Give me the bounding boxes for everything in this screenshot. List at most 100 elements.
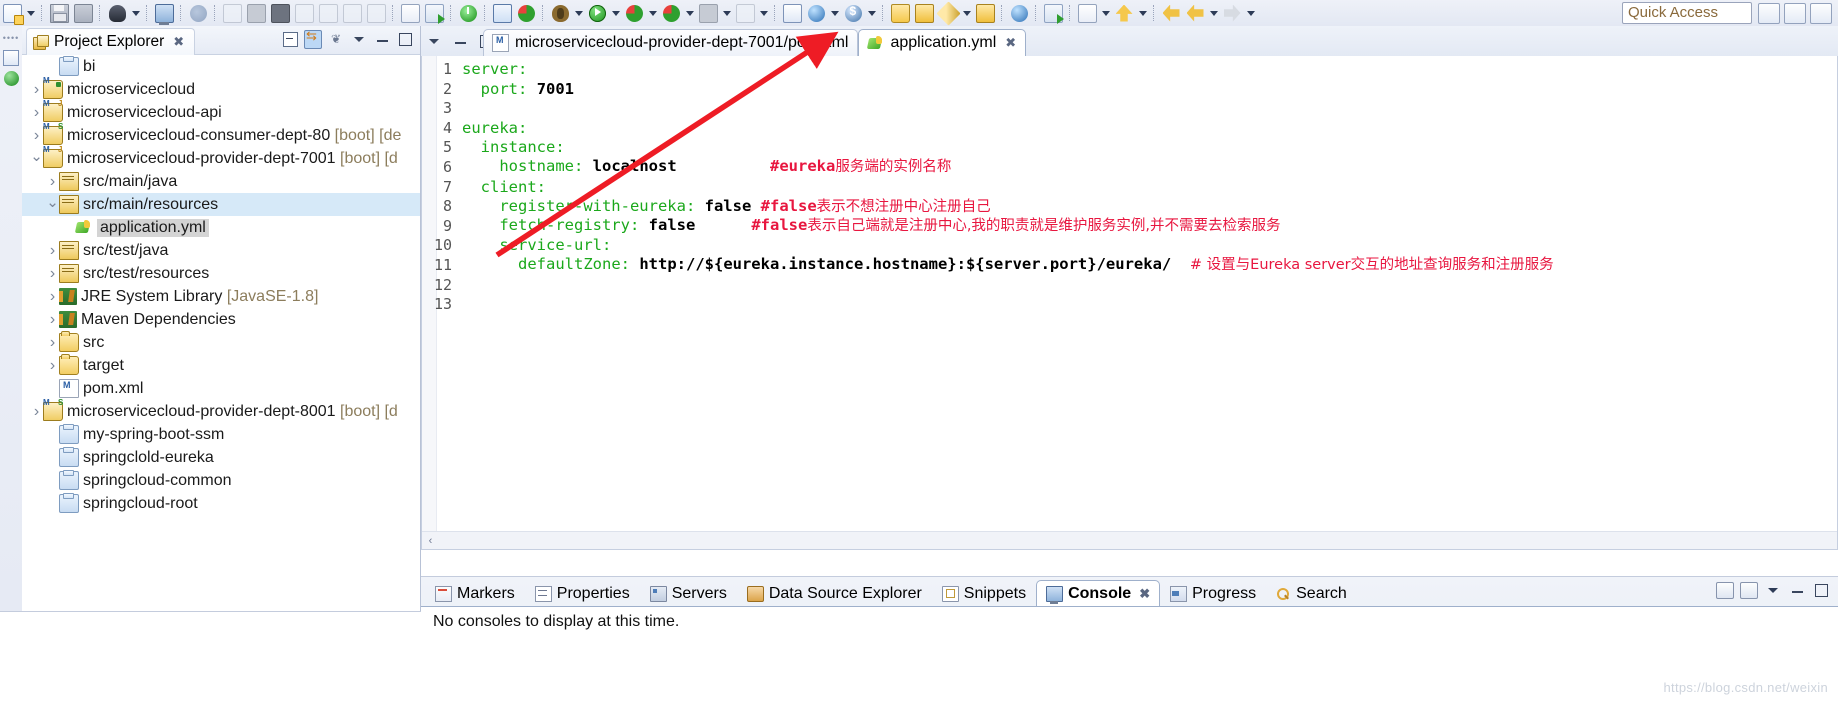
tree-item[interactable]: springcloud-root [22, 492, 420, 515]
bottom-tab[interactable]: Progress [1160, 580, 1266, 607]
start-server-button[interactable] [457, 2, 479, 24]
print-dropdown[interactable] [129, 2, 142, 24]
coverage-session-dropdown[interactable] [683, 2, 696, 24]
skip-all-dropdown[interactable] [757, 2, 770, 24]
servers-fast-view-button[interactable] [3, 70, 19, 86]
tree-item[interactable]: src/main/resources [22, 193, 420, 216]
link-with-editor-button[interactable] [304, 28, 322, 49]
chevron-right-icon[interactable] [30, 101, 43, 124]
debug-as-dropdown[interactable] [572, 2, 585, 24]
tree-item[interactable]: microservicecloud-provider-dept-7001 [bo… [22, 145, 420, 170]
terminate-button[interactable] [269, 2, 291, 24]
tree-item[interactable]: src [22, 331, 420, 354]
console-open-button[interactable] [1716, 581, 1734, 599]
step-return-button[interactable] [365, 2, 387, 24]
minimize-button[interactable] [373, 30, 391, 48]
perspective-java-icon[interactable] [1784, 3, 1806, 24]
chevron-right-icon[interactable] [46, 239, 59, 262]
restore-perspective-button[interactable] [3, 50, 19, 66]
tree-item[interactable]: microservicecloud-api [22, 99, 420, 124]
view-menu-button[interactable] [350, 30, 368, 48]
debug-as-button[interactable] [549, 2, 571, 24]
tree-item[interactable]: JRE System Library [JavaSE-1.8] [22, 285, 420, 308]
tab-project-explorer[interactable]: Project Explorer ✖ [26, 28, 196, 55]
tree-item[interactable]: pom.xml [22, 377, 420, 400]
new-wizard-button[interactable] [1, 2, 24, 25]
step-over-button[interactable] [341, 2, 363, 24]
chevron-right-icon[interactable] [30, 124, 43, 147]
bottom-tab[interactable]: Data Source Explorer [737, 580, 932, 607]
back-button[interactable] [1160, 2, 1182, 24]
tree-item[interactable]: Maven Dependencies [22, 308, 420, 331]
no-check-button[interactable] [187, 2, 209, 24]
code-line-text[interactable]: port: 7001 [456, 80, 574, 100]
web-browser-button[interactable] [1008, 2, 1030, 24]
skip-all-button[interactable] [734, 2, 756, 24]
yaml-editor[interactable]: 1 server: 2 port: 7001 3 4 eureka: 5 instance:… [421, 56, 1838, 550]
back-history-dropdown[interactable] [1207, 2, 1220, 24]
search-globe-dropdown[interactable] [828, 2, 841, 24]
code-line-text[interactable]: eureka: [456, 119, 527, 139]
chevron-down-icon[interactable] [46, 193, 59, 216]
drop-to-frame-button[interactable] [423, 2, 445, 24]
resume-button[interactable] [221, 2, 243, 24]
new-class-dropdown[interactable] [960, 2, 973, 24]
console-minimize-button[interactable] [1788, 581, 1806, 599]
tree-item[interactable]: src/test/java [22, 239, 420, 262]
code-line-text[interactable]: server: [456, 60, 527, 80]
open-console-button[interactable] [153, 2, 175, 25]
console-maximize-button[interactable] [1812, 581, 1830, 599]
chevron-right-icon[interactable] [46, 170, 59, 193]
collapse-all-button[interactable] [281, 30, 299, 48]
chevron-right-icon[interactable] [46, 308, 59, 331]
external-tools-button[interactable] [697, 2, 719, 24]
chevron-right-icon[interactable] [46, 331, 59, 354]
chevron-right-icon[interactable] [30, 400, 43, 423]
editor-tab[interactable]: application.yml ✖ [858, 29, 1027, 56]
coverage-session-button[interactable] [660, 2, 682, 24]
tree-item[interactable]: src/test/resources [22, 262, 420, 285]
new-class-button[interactable] [935, 0, 961, 26]
open-resource-button[interactable] [974, 2, 996, 24]
editor-horizontal-scrollbar[interactable]: ‹ [422, 531, 1837, 549]
disconnect-button[interactable] [293, 2, 315, 24]
tree-item[interactable]: src/main/java [22, 170, 420, 193]
editor-tab[interactable]: microservicecloud-provider-dept-7001/pom… [483, 29, 859, 56]
bottom-tab[interactable]: Servers [640, 580, 737, 607]
focus-on-active-task-button[interactable]: ❦ [327, 30, 345, 48]
editor-view-menu-button[interactable] [425, 32, 443, 50]
open-type-button[interactable] [842, 2, 864, 24]
back-history-button[interactable] [1184, 2, 1206, 24]
chevron-down-icon[interactable] [30, 147, 43, 170]
close-icon[interactable]: ✖ [1005, 35, 1016, 51]
tree-item[interactable]: target [22, 354, 420, 377]
maximize-button[interactable] [396, 30, 414, 48]
bottom-tab[interactable]: Console ✖ [1036, 580, 1161, 607]
code-line-text[interactable]: fetch-registry: false #false表示自己端就是注册中心,… [456, 216, 1280, 237]
project-tree[interactable]: bi microservicecloud microservicecloud-api… [22, 55, 420, 611]
run-as-button[interactable] [586, 2, 608, 24]
tree-item[interactable]: bi [22, 55, 420, 78]
chevron-right-icon[interactable] [46, 354, 59, 377]
save-all-button[interactable] [72, 2, 94, 24]
tree-item[interactable]: springcloud-common [22, 469, 420, 492]
close-icon[interactable]: ✖ [1139, 586, 1150, 602]
tree-item[interactable]: microservicecloud-provider-dept-8001 [bo… [22, 398, 420, 423]
step-into-button[interactable] [317, 2, 339, 24]
search-globe-button[interactable] [805, 2, 827, 24]
open-perspective-button[interactable] [491, 2, 513, 24]
perspective-open-icon[interactable] [1810, 3, 1832, 24]
tree-item[interactable]: microservicecloud-consumer-dept-80 [boot… [22, 122, 420, 147]
code-line-text[interactable]: service-url: [456, 236, 611, 256]
console-pin-button[interactable] [1740, 581, 1758, 599]
code-line-text[interactable]: register-with-eureka: false #false表示不想注册… [456, 197, 990, 218]
next-annotation-button[interactable] [1076, 2, 1098, 24]
bottom-tab[interactable]: Snippets [932, 580, 1036, 607]
console-view-menu-button[interactable] [1764, 581, 1782, 599]
new-folder-button[interactable] [913, 2, 935, 24]
new-java-project-button[interactable] [781, 2, 803, 24]
bottom-tab[interactable]: Properties [525, 580, 640, 607]
run-as-dropdown[interactable] [609, 2, 622, 24]
restore-view-handle[interactable]: •••• [3, 30, 19, 46]
skip-breakpoints-button[interactable] [399, 2, 421, 24]
